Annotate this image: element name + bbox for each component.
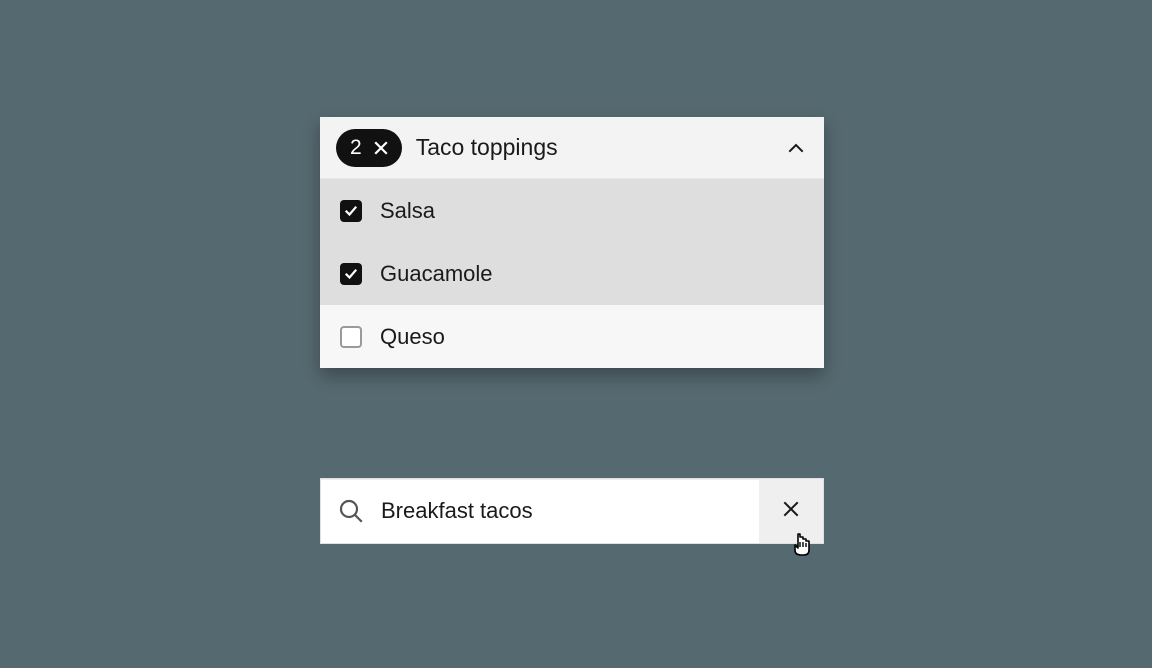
chevron-up-icon[interactable] — [784, 136, 808, 160]
multiselect-option[interactable]: Salsa — [320, 179, 824, 242]
multiselect-options: Salsa Guacamole Queso — [320, 179, 824, 368]
checkbox-icon — [340, 326, 362, 348]
selection-count: 2 — [350, 136, 362, 160]
option-label: Queso — [380, 324, 445, 350]
checkbox-icon — [340, 263, 362, 285]
option-label: Salsa — [380, 198, 435, 224]
close-icon — [782, 500, 800, 523]
multiselect-label: Taco toppings — [416, 134, 784, 161]
multiselect-option[interactable]: Guacamole — [320, 242, 824, 305]
search-input[interactable]: Breakfast tacos — [320, 478, 824, 544]
search-icon — [321, 498, 381, 524]
multiselect-dropdown: 2 Taco toppings Salsa — [320, 117, 824, 368]
clear-selection-icon[interactable] — [370, 137, 392, 159]
multiselect-header[interactable]: 2 Taco toppings — [320, 117, 824, 179]
clear-search-button[interactable] — [759, 479, 823, 543]
option-label: Guacamole — [380, 261, 493, 287]
multiselect-option[interactable]: Queso — [320, 305, 824, 368]
checkbox-icon — [340, 200, 362, 222]
selection-badge: 2 — [336, 129, 402, 167]
search-value: Breakfast tacos — [381, 498, 759, 524]
